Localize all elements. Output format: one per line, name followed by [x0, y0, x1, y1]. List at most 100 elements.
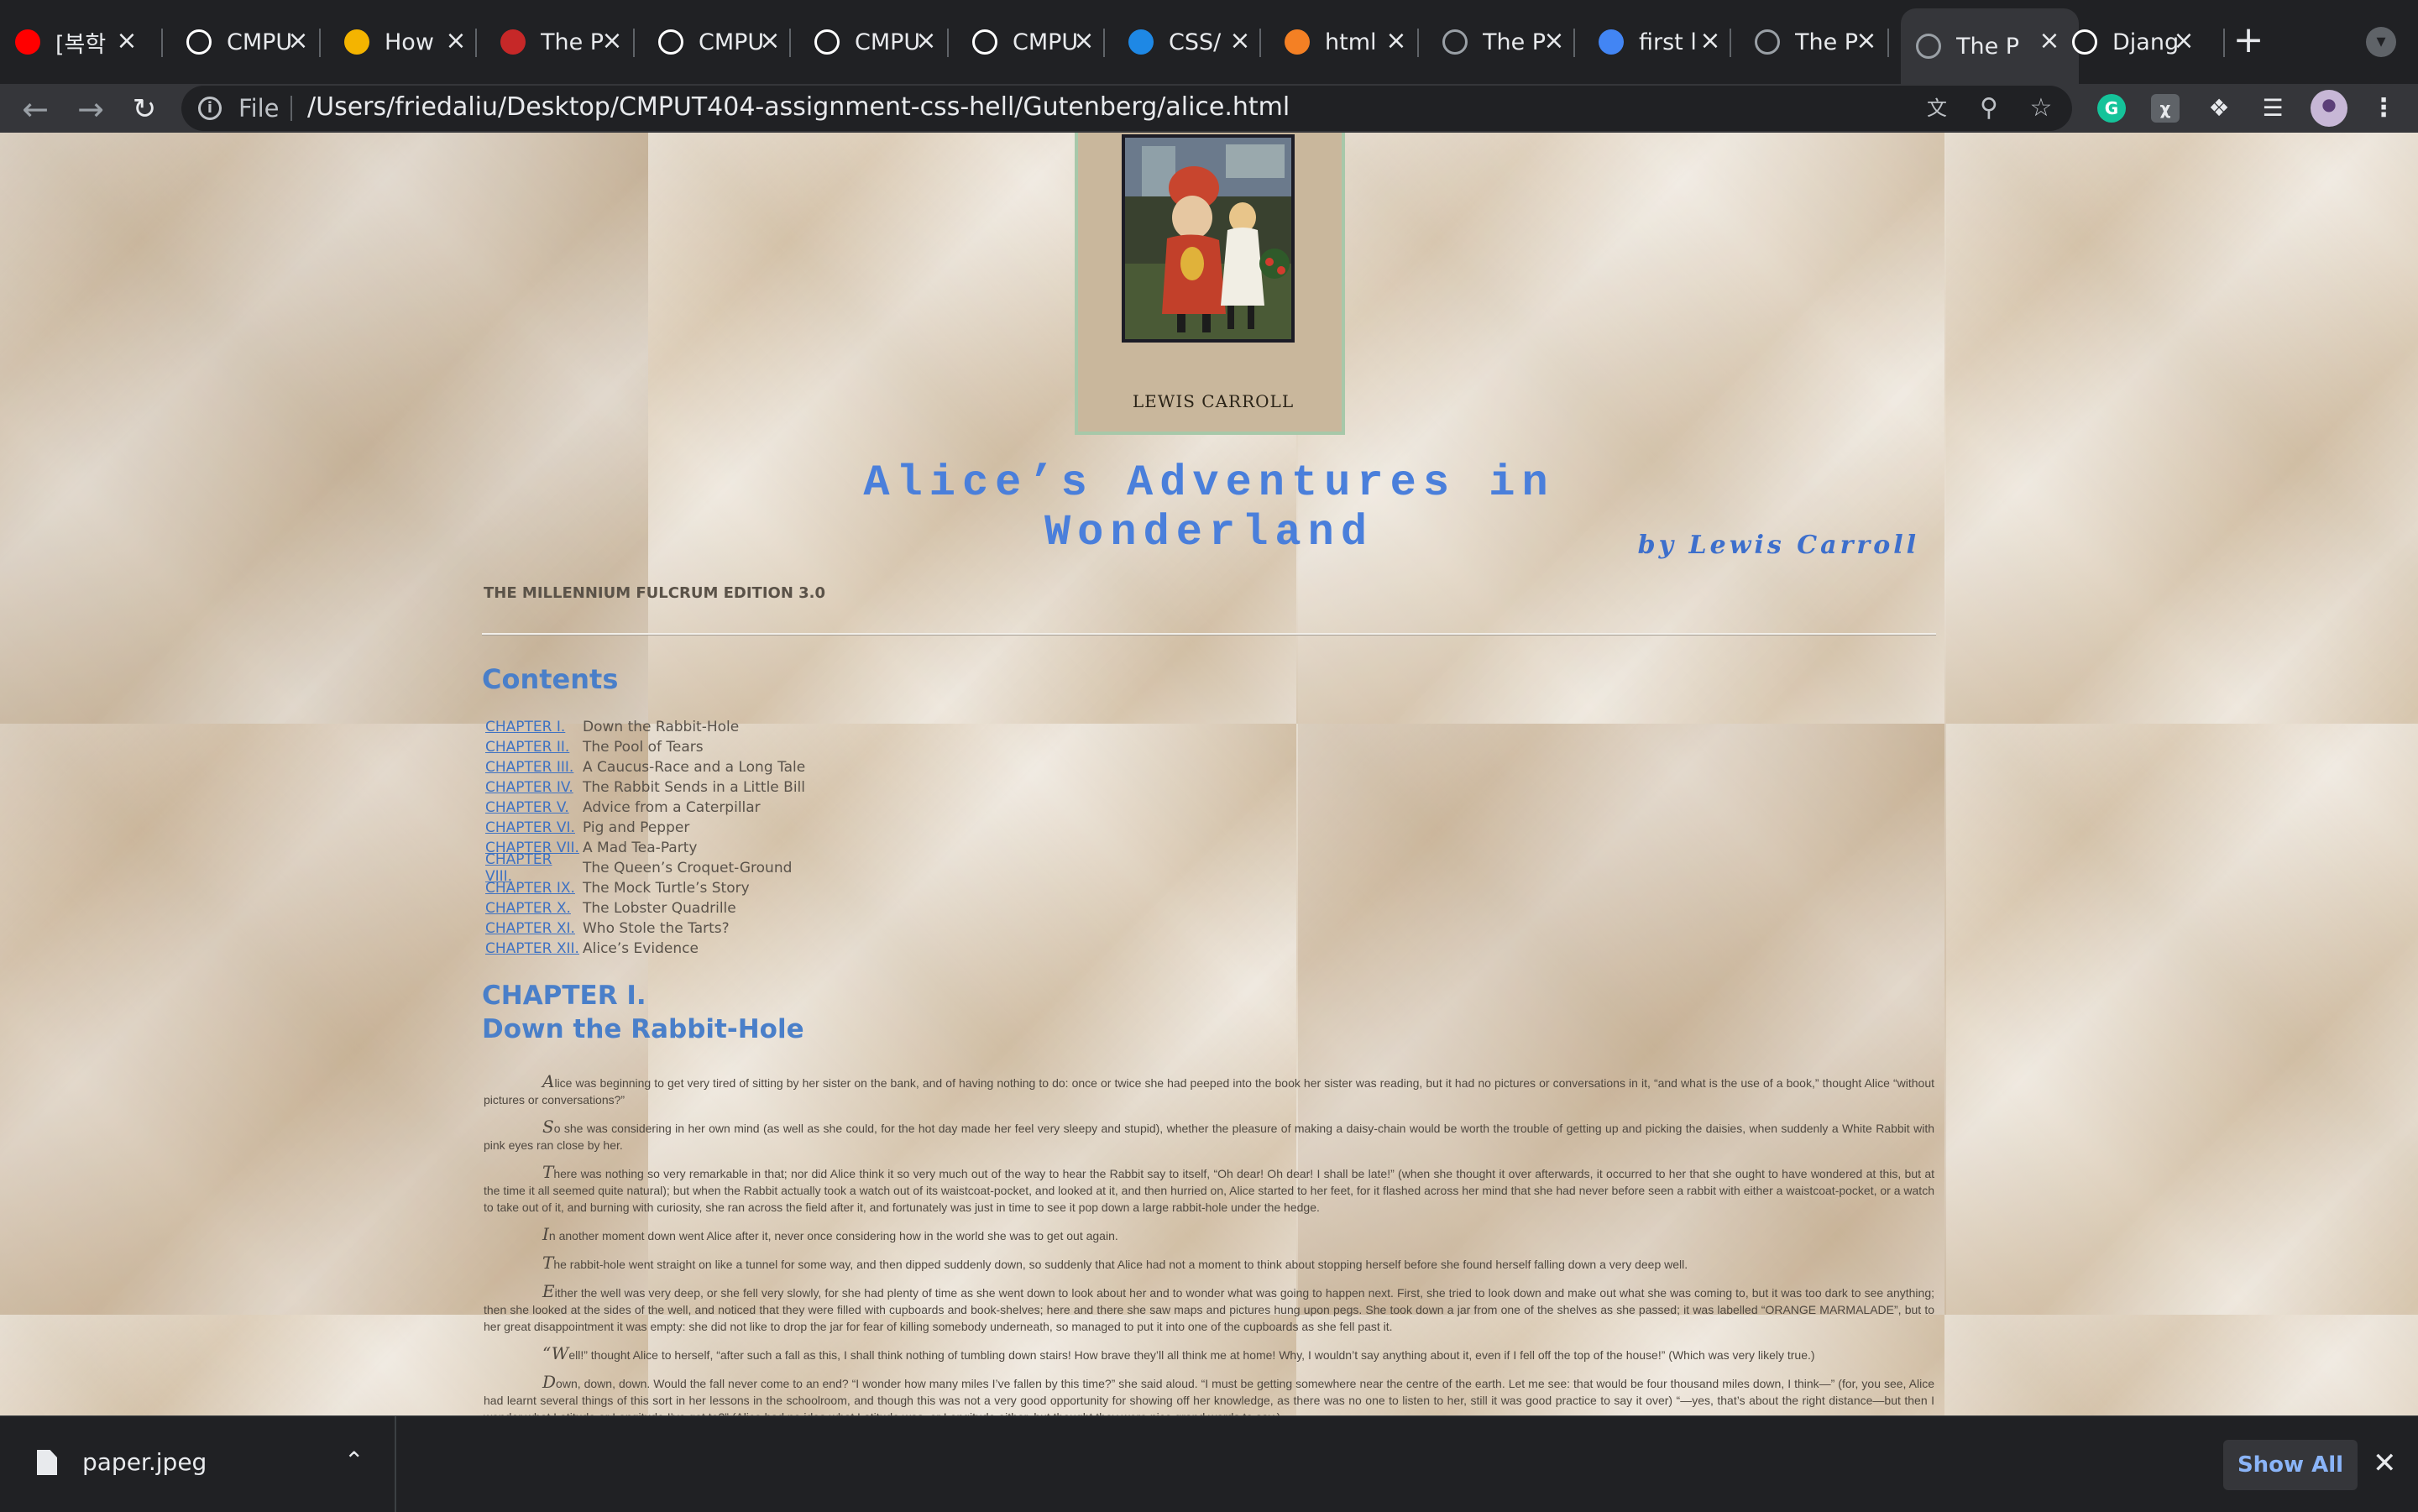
- back-button[interactable]: ←: [17, 91, 54, 128]
- tab-separator: [475, 29, 477, 57]
- tab-close-icon[interactable]: ×: [1698, 29, 1723, 54]
- tab-title: The P: [1483, 29, 1547, 55]
- browser-tab[interactable]: CMPU ×: [799, 12, 955, 72]
- toc-chapter-title: Down the Rabbit-Hole: [583, 719, 740, 735]
- toc-chapter-link[interactable]: CHAPTER III.: [485, 759, 583, 776]
- toc-chapter-link[interactable]: CHAPTER IV.: [485, 779, 583, 796]
- browser-tab[interactable]: first l ×: [1583, 12, 1740, 72]
- page-viewport: LEWIS CARROLL Alice’s Adventures in Wond…: [0, 133, 2418, 1415]
- download-shelf: paper.jpeg ⌃ Show All ✕: [0, 1415, 2418, 1512]
- new-tab-button[interactable]: +: [2230, 22, 2267, 60]
- book-content: LEWIS CARROLL Alice’s Adventures in Wond…: [482, 133, 1936, 1415]
- toc-chapter-link[interactable]: CHAPTER V.: [485, 799, 583, 816]
- book-title: Alice’s Adventures in Wonderland: [863, 458, 1555, 557]
- translate-icon[interactable]: 文: [1923, 94, 1951, 123]
- url-text[interactable]: /Users/friedaliu/Desktop/CMPUT404-assign…: [307, 92, 1290, 122]
- tab-close-icon[interactable]: ×: [913, 29, 939, 54]
- browser-tab[interactable]: CMPU ×: [643, 12, 799, 72]
- book-cover-image: LEWIS CARROLL: [1075, 133, 1345, 435]
- horizontal-rule: [482, 633, 1936, 636]
- tab-close-icon[interactable]: ×: [757, 29, 782, 54]
- tab-close-icon[interactable]: ×: [285, 29, 311, 54]
- show-all-button[interactable]: Show All: [2223, 1440, 2358, 1490]
- toc-row: CHAPTER X. The Lobster Quadrille: [485, 898, 805, 918]
- chapter-paragraph: In another moment down went Alice after …: [542, 1224, 1118, 1244]
- address-bar[interactable]: i File /Users/friedaliu/Desktop/CMPUT404…: [181, 86, 2072, 131]
- toc-chapter-title: The Lobster Quadrille: [583, 900, 736, 917]
- cover-author-text: LEWIS CARROLL: [1132, 391, 1295, 411]
- browser-tab[interactable]: CMPU ×: [957, 12, 1113, 72]
- browser-tab[interactable]: CSS/×: [1113, 12, 1269, 72]
- tab-separator: [161, 29, 163, 57]
- author-byline: by Lewis Carroll: [1637, 531, 1919, 560]
- chevron-up-icon[interactable]: ⌃: [344, 1447, 364, 1474]
- toc-row: CHAPTER I. Down the Rabbit-Hole: [485, 717, 805, 737]
- close-icon[interactable]: ✕: [2373, 1447, 2397, 1480]
- chapter-paragraph: Down, down, down. Would the fall never c…: [484, 1372, 1934, 1415]
- toc-chapter-link[interactable]: CHAPTER I.: [485, 719, 583, 735]
- table-of-contents: CHAPTER I. Down the Rabbit-Hole CHAPTER II…: [485, 717, 805, 959]
- media-queue-icon[interactable]: ☰: [2258, 94, 2287, 123]
- tab-close-icon[interactable]: ×: [599, 29, 625, 54]
- chapter-paragraph: Alice was beginning to get very tired of…: [484, 1071, 1934, 1107]
- github-icon: [658, 29, 683, 55]
- browser-tab[interactable]: Djang ×: [2057, 12, 2213, 72]
- github-icon: [186, 29, 212, 55]
- browser-tab[interactable]: The P ×: [1901, 8, 2079, 84]
- chapter-paragraph: “Well!” thought Alice to herself, “after…: [542, 1343, 1815, 1363]
- toc-chapter-link[interactable]: CHAPTER VI.: [485, 819, 583, 836]
- zoom-icon[interactable]: ⚲: [1975, 94, 2003, 123]
- tab-close-icon[interactable]: ×: [443, 29, 468, 54]
- tab-close-icon[interactable]: ×: [2171, 29, 2196, 54]
- profile-avatar[interactable]: ●: [2311, 90, 2347, 127]
- browser-tab[interactable]: The P ×: [1740, 12, 1896, 72]
- extension-icon[interactable]: χ: [2151, 94, 2180, 123]
- tab-title: html: [1325, 29, 1377, 55]
- tab-close-icon[interactable]: ×: [1227, 29, 1253, 54]
- browser-tab[interactable]: CMPU ×: [171, 12, 327, 72]
- toc-chapter-link[interactable]: CHAPTER X.: [485, 900, 583, 917]
- tab-close-icon[interactable]: ×: [1541, 29, 1567, 54]
- tab-title: [복학: [55, 31, 107, 58]
- browser-tab[interactable]: The P ×: [1427, 12, 1583, 72]
- tab-close-icon[interactable]: ×: [114, 29, 139, 54]
- browser-tab[interactable]: [복학 ×: [0, 12, 156, 72]
- toc-chapter-link[interactable]: CHAPTER II.: [485, 739, 583, 756]
- browser-tab[interactable]: How ×: [329, 12, 485, 72]
- tab-title: CMPU: [1013, 29, 1079, 55]
- toc-chapter-title: A Caucus-Race and a Long Tale: [583, 759, 806, 776]
- tab-close-icon[interactable]: ×: [1854, 29, 1879, 54]
- edition-label: THE MILLENNIUM FULCRUM EDITION 3.0: [484, 584, 826, 602]
- toc-row: CHAPTER VIII. The Queen’s Croquet-Ground: [485, 851, 805, 885]
- tab-search-icon[interactable]: ▾: [2366, 27, 2396, 57]
- browser-toolbar: ← → ↻ i File /Users/friedaliu/Desktop/CM…: [0, 84, 2418, 133]
- browser-tab[interactable]: html ×: [1269, 12, 1426, 72]
- bookmark-star-icon[interactable]: ☆: [2027, 94, 2055, 123]
- toc-chapter-link[interactable]: CHAPTER XI.: [485, 920, 583, 937]
- toc-chapter-title: The Queen’s Croquet-Ground: [583, 860, 793, 876]
- forward-button[interactable]: →: [72, 91, 109, 128]
- tab-close-icon[interactable]: ×: [1071, 29, 1096, 54]
- reload-button[interactable]: ↻: [126, 91, 163, 128]
- google-icon: [1599, 29, 1624, 55]
- toc-chapter-title: The Rabbit Sends in a Little Bill: [583, 779, 805, 796]
- toc-row: CHAPTER IV. The Rabbit Sends in a Little …: [485, 777, 805, 798]
- tab-title: CMPU: [855, 29, 921, 55]
- tab-close-icon[interactable]: ×: [1384, 29, 1409, 54]
- download-item[interactable]: paper.jpeg ⌃: [0, 1416, 396, 1512]
- cover-illustration: [1122, 134, 1295, 343]
- info-icon[interactable]: i: [198, 97, 222, 120]
- browser-tab[interactable]: The P ×: [485, 12, 641, 72]
- extensions-puzzle-icon[interactable]: ❖: [2205, 94, 2233, 123]
- toc-row: CHAPTER III. A Caucus-Race and a Long Tal…: [485, 757, 805, 777]
- menu-kebab-icon[interactable]: ⋮: [2369, 94, 2398, 123]
- tab-separator: [789, 29, 791, 57]
- toc-chapter-link[interactable]: CHAPTER XII.: [485, 940, 583, 957]
- github-icon: [972, 29, 997, 55]
- colorful-icon: [344, 29, 369, 55]
- chapter-paragraph: There was nothing so very remarkable in …: [484, 1162, 1934, 1214]
- tab-separator: [1417, 29, 1419, 57]
- toc-chapter-link[interactable]: CHAPTER IX.: [485, 880, 583, 897]
- grammarly-extension-icon[interactable]: G: [2097, 94, 2126, 123]
- download-filename[interactable]: paper.jpeg: [82, 1448, 207, 1476]
